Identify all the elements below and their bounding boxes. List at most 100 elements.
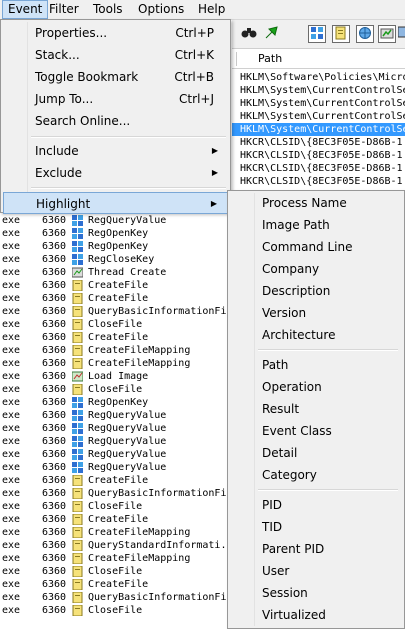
menu-item-stack[interactable]: Stack... Ctrl+K [3,44,228,66]
highlight-item-company[interactable]: Company [230,258,400,280]
jump-arrow-icon[interactable] [262,25,280,43]
file-activity-icon[interactable] [332,25,350,43]
event-row[interactable]: exe 6360 QueryBasicInformationFi [0,305,232,318]
process-activity-icon[interactable] [378,25,396,43]
highlight-item-operation[interactable]: Operation [230,376,400,398]
operation-cell: CreateFile [88,579,149,590]
menu-filter[interactable]: Filter [44,1,84,18]
profiling-icon[interactable] [397,25,405,43]
menu-event[interactable]: Event [2,0,49,19]
pid-cell: 6360 [42,306,67,317]
event-row[interactable]: exe 6360 CreateFileMapping [0,344,232,357]
event-row[interactable]: exe 6360 RegOpenKey [0,227,232,240]
operation-cell: RegQueryValue [88,449,167,460]
event-row[interactable]: exe 6360 CreateFileMapping [0,552,232,565]
event-row[interactable]: exe 6360 CreateFileMapping [0,357,232,370]
highlight-item-description[interactable]: Description [230,280,400,302]
event-row[interactable]: exe 6360 CloseFile [0,565,232,578]
path-cell[interactable]: HKCR\CLSID\{8EC3F05E-D86B-1 [232,136,405,149]
event-row[interactable]: exe 6360 CreateFile [0,331,232,344]
path-column-header[interactable]: Path [258,50,282,68]
registry-activity-icon[interactable] [308,25,326,43]
path-cell[interactable]: HKLM\Software\Policies\Micro [232,71,405,84]
event-row[interactable]: exe 6360 RegQueryValue [0,214,232,227]
menu-help[interactable]: Help [193,1,230,18]
highlight-item-category[interactable]: Category [230,464,400,486]
toolbar [232,20,405,49]
event-row[interactable]: exe 6360 Thread Create [0,266,232,279]
path-cell[interactable]: HKLM\System\CurrentControlSe [232,123,405,136]
path-cell[interactable]: HKCR\CLSID\{8EC3F05E-D86B-1 [232,149,405,162]
event-row[interactable]: exe 6360 Load Image [0,370,232,383]
event-row[interactable]: exe 6360 QueryStandardInformati. [0,539,232,552]
menu-tools[interactable]: Tools [88,1,128,18]
operation-cell: CreateFileMapping [88,553,191,564]
highlight-item-tid[interactable]: TID [230,516,400,538]
event-row[interactable]: exe 6360 CreateFileMapping [0,526,232,539]
highlight-item-parent-pid[interactable]: Parent PID [230,538,400,560]
process-name-cell: exe [2,358,21,369]
process-name-cell: exe [2,397,21,408]
highlight-item-virtualized[interactable]: Virtualized [230,604,400,626]
highlight-item-result[interactable]: Result [230,398,400,420]
highlight-item-pid[interactable]: PID [230,494,400,516]
pid-cell: 6360 [42,319,67,330]
event-row[interactable]: exe 6360 CloseFile [0,604,232,617]
menu-item-search-online[interactable]: Search Online... [3,110,228,132]
column-divider[interactable] [236,52,237,66]
highlight-item-image-path[interactable]: Image Path [230,214,400,236]
event-row[interactable]: exe 6360 RegQueryValue [0,409,232,422]
menu-item-include[interactable]: Include ▶ [3,140,228,162]
event-row[interactable]: exe 6360 QueryBasicInformationFi [0,591,232,604]
binoculars-icon[interactable] [240,25,258,43]
operation-cell: QueryBasicInformationFi [88,592,227,603]
menu-item-label: Category [262,468,317,482]
event-row[interactable]: exe 6360 CloseFile [0,318,232,331]
event-row[interactable]: exe 6360 CreateFile [0,513,232,526]
event-row[interactable]: exe 6360 QueryBasicInformationFi [0,487,232,500]
event-row[interactable]: exe 6360 CloseFile [0,500,232,513]
event-row[interactable]: exe 6360 RegQueryValue [0,461,232,474]
highlight-item-detail[interactable]: Detail [230,442,400,464]
event-row[interactable]: exe 6360 RegCloseKey [0,253,232,266]
highlight-item-version[interactable]: Version [230,302,400,324]
path-cell[interactable]: HKLM\System\CurrentControlSe [232,97,405,110]
highlight-item-command-line[interactable]: Command Line [230,236,400,258]
path-cell[interactable]: HKLM\System\CurrentControlSe [232,84,405,97]
menu-item-toggle-bookmark[interactable]: Toggle Bookmark Ctrl+B [3,66,228,88]
event-row[interactable]: exe 6360 RegQueryValue [0,448,232,461]
event-row[interactable]: exe 6360 CreateFile [0,474,232,487]
event-row[interactable]: exe 6360 CloseFile [0,383,232,396]
path-cell[interactable]: HKCR\CLSID\{8EC3F05E-D86B-1 [232,175,405,188]
event-row[interactable]: exe 6360 RegOpenKey [0,240,232,253]
event-row[interactable]: exe 6360 CreateFile [0,292,232,305]
highlight-item-user[interactable]: User [230,560,400,582]
process-name-cell: exe [2,475,21,486]
pid-cell: 6360 [42,345,67,356]
network-activity-icon[interactable] [356,25,374,43]
menu-item-label: Architecture [262,328,336,342]
process-name-cell: exe [2,267,21,278]
event-row[interactable]: exe 6360 CreateFile [0,578,232,591]
event-row[interactable]: exe 6360 CreateFile [0,279,232,292]
highlight-item-process-name[interactable]: Process Name [230,192,400,214]
highlight-item-path[interactable]: Path [230,354,400,376]
pid-cell: 6360 [42,462,67,473]
menu-item-exclude[interactable]: Exclude ▶ [3,162,228,184]
event-row[interactable]: exe 6360 RegQueryValue [0,422,232,435]
path-cell[interactable]: HKLM\System\CurrentControlSe [232,110,405,123]
path-cell[interactable]: HKCR\CLSID\{8EC3F05E-D86B-1 [232,162,405,175]
operation-cell: CloseFile [88,501,143,512]
event-row[interactable]: exe 6360 RegQueryValue [0,435,232,448]
menu-item-label: Detail [262,446,298,460]
highlight-item-architecture[interactable]: Architecture [230,324,400,346]
highlight-item-event-class[interactable]: Event Class [230,420,400,442]
menu-item-properties[interactable]: Properties... Ctrl+P [3,22,228,44]
operation-cell: RegQueryValue [88,215,167,226]
menu-options[interactable]: Options [133,1,189,18]
highlight-item-session[interactable]: Session [230,582,400,604]
menu-item-jump-to[interactable]: Jump To... Ctrl+J [3,88,228,110]
menu-item-label: PID [262,498,283,512]
menu-item-highlight[interactable]: Highlight ▶ [3,192,228,214]
event-row[interactable]: exe 6360 RegOpenKey [0,396,232,409]
